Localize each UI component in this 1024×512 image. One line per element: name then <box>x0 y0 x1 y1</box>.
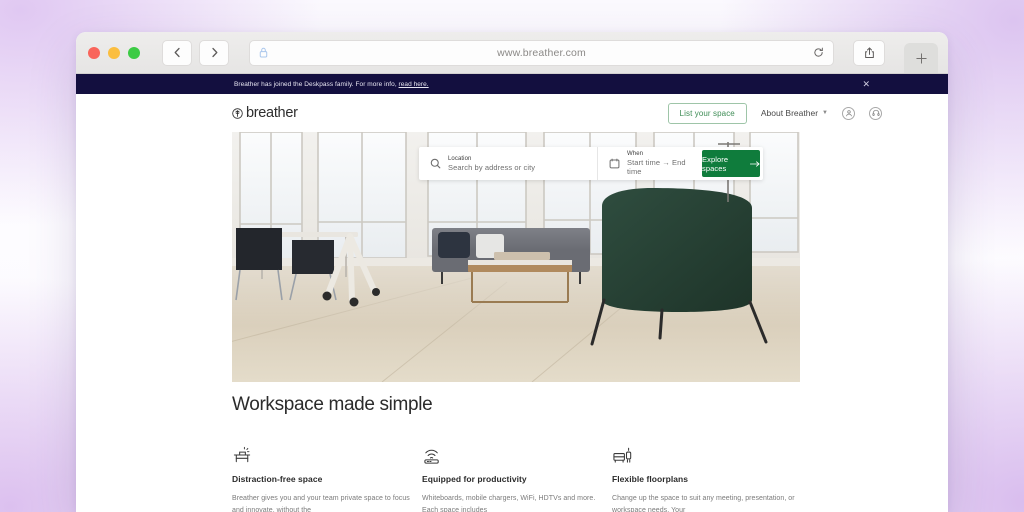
chevron-left-icon <box>174 47 180 58</box>
feature-title: Equipped for productivity <box>422 474 527 484</box>
hero-section: Location Search by address or city When … <box>232 132 800 382</box>
arrow-right-icon <box>749 160 760 167</box>
explore-spaces-button[interactable]: Explore spaces <box>702 150 760 177</box>
feature-title: Flexible floorplans <box>612 474 689 484</box>
breather-logomark-icon <box>232 107 243 119</box>
user-circle-icon <box>845 110 852 117</box>
feature-body: Change up the space to suit any meeting,… <box>612 495 795 512</box>
location-label: Location <box>448 155 472 162</box>
logo-text: breather <box>246 105 298 121</box>
location-field[interactable]: Location Search by address or city <box>419 147 597 180</box>
plus-icon <box>915 52 927 64</box>
support-button[interactable] <box>869 106 882 120</box>
explore-spaces-label: Explore spaces <box>702 154 729 173</box>
about-breather-label: About Breather <box>760 108 819 118</box>
when-input[interactable]: Start time → End time <box>627 158 691 176</box>
reload-icon <box>814 47 823 57</box>
banner-close-button[interactable]: ✕ <box>862 79 870 89</box>
chevron-right-icon <box>211 47 217 58</box>
announcement-message: Breather has joined the Deskpass family.… <box>234 80 399 88</box>
features-grid: Distraction-free space Breather gives yo… <box>232 443 882 512</box>
announcement-text: Breather has joined the Deskpass family.… <box>234 81 429 88</box>
browser-window: www.breather.com Breather has joined the… <box>76 32 948 512</box>
site-header: breather List your space About Breather … <box>76 94 948 132</box>
desk-lamp-icon <box>232 443 422 465</box>
navigation-buttons <box>162 39 229 66</box>
breather-logo[interactable]: breather <box>232 105 298 121</box>
wifi-router-icon <box>422 443 612 465</box>
location-input[interactable]: Search by address or city <box>448 163 535 172</box>
chevron-down-icon: ▼ <box>822 110 828 116</box>
search-widget: Location Search by address or city When … <box>419 147 763 180</box>
calendar-icon <box>609 158 620 169</box>
headset-circle-icon <box>871 109 880 116</box>
announcement-banner: Breather has joined the Deskpass family.… <box>76 74 948 94</box>
account-button[interactable] <box>842 106 855 120</box>
when-label: When <box>627 151 644 157</box>
back-button[interactable] <box>162 39 192 66</box>
reload-button[interactable] <box>813 47 824 58</box>
furniture-floorplan-icon <box>612 443 802 465</box>
feature-title: Distraction-free space <box>232 474 323 484</box>
share-button[interactable] <box>853 39 885 66</box>
share-icon <box>864 46 874 58</box>
url-text: www.breather.com <box>497 46 586 59</box>
page-title: Workspace made simple <box>232 394 433 415</box>
window-traffic-lights <box>86 46 140 59</box>
close-window-button[interactable] <box>88 46 100 59</box>
features-section: Workspace made simple Distraction-free s… <box>232 394 882 512</box>
feature-body: Breather gives you and your team private… <box>232 495 410 512</box>
read-here-link[interactable]: read here. <box>399 81 429 88</box>
address-bar[interactable]: www.breather.com <box>249 39 834 66</box>
feature-body: Whiteboards, mobile chargers, WiFi, HDTV… <box>422 495 596 512</box>
lock-icon <box>259 47 268 58</box>
about-breather-menu[interactable]: About Breather ▼ <box>761 108 828 118</box>
feature-card-distraction-free: Distraction-free space Breather gives yo… <box>232 443 422 512</box>
list-your-space-button[interactable]: List your space <box>667 102 747 124</box>
page-content: breather List your space About Breather … <box>76 94 948 512</box>
feature-card-equipped: Equipped for productivity Whiteboards, m… <box>422 443 612 512</box>
when-field[interactable]: When Start time → End time <box>597 147 702 180</box>
browser-toolbar: www.breather.com <box>76 32 948 74</box>
feature-card-flexible: Flexible floorplans Change up the space … <box>612 443 802 512</box>
header-actions: List your space About Breather ▼ <box>667 102 882 124</box>
forward-button[interactable] <box>199 39 229 66</box>
minimize-window-button[interactable] <box>108 46 120 59</box>
new-tab-button[interactable] <box>904 43 938 73</box>
maximize-window-button[interactable] <box>128 46 140 59</box>
search-icon <box>430 158 441 169</box>
